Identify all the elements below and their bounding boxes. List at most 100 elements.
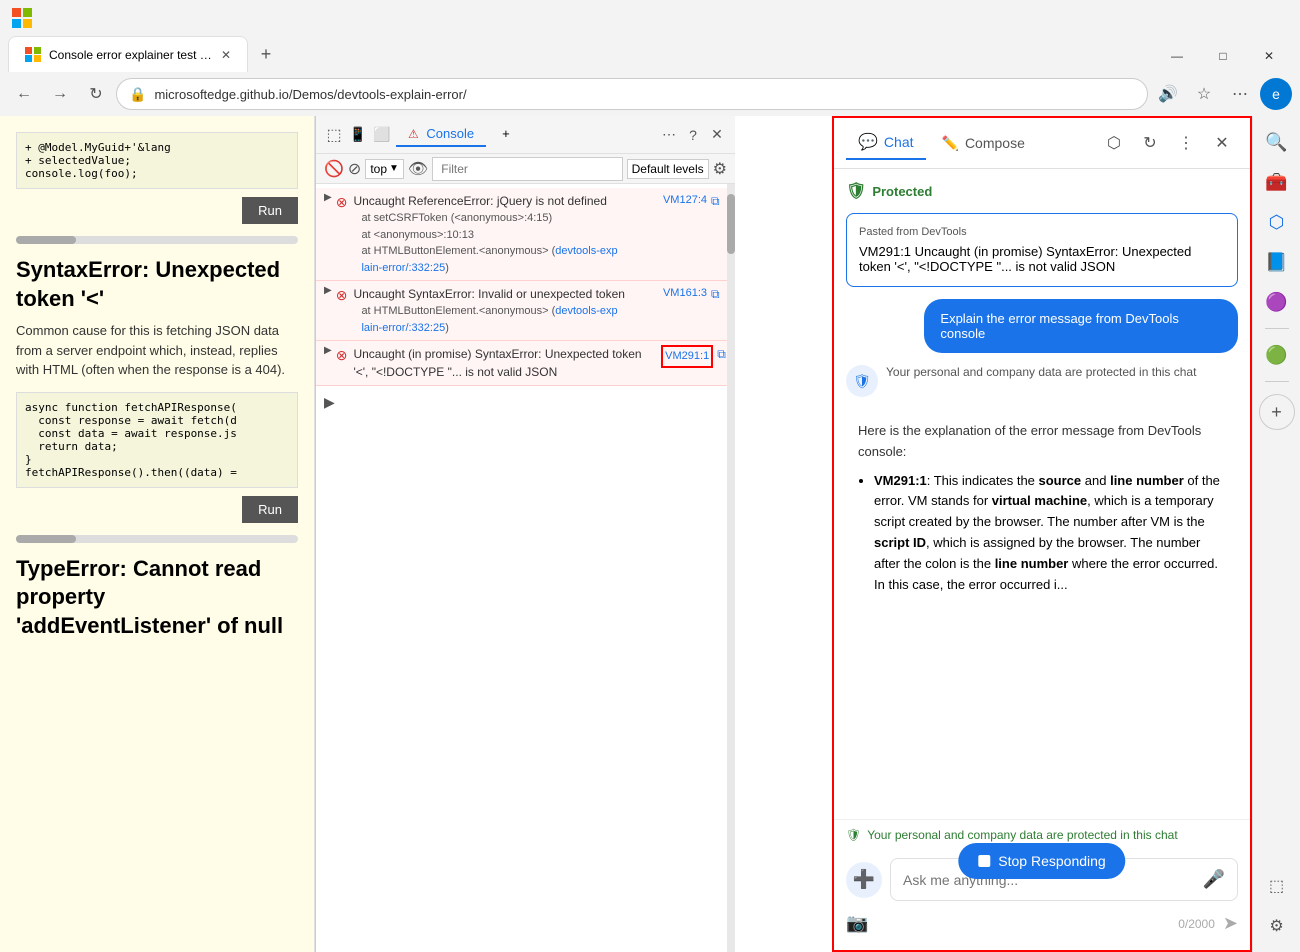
send-icon[interactable]: ➤ [1223, 913, 1238, 934]
devtools-block-icon[interactable]: ⊘ [348, 159, 361, 179]
chat-header-icons: ⬡ ↻ ⋮ ✕ [1098, 127, 1238, 159]
devtools-split-icon[interactable]: ⬜ [372, 125, 392, 145]
ai-avatar-icon: 🛡 [853, 373, 871, 390]
error-title-2: TypeError: Cannot read property 'addEven… [16, 555, 298, 641]
devtools-device-icon[interactable]: 📱 [348, 125, 368, 145]
devtools-settings-icon[interactable]: ⚙ [713, 159, 727, 179]
more-icon[interactable]: ⋯ [1224, 78, 1256, 110]
address-bar[interactable]: 🔒 microsoftedge.github.io/Demos/devtools… [116, 78, 1148, 110]
refresh-chat-icon[interactable]: ↻ [1134, 127, 1166, 159]
devtools-content: ▶ ⊗ Uncaught ReferenceError: jQuery is n… [316, 184, 735, 952]
expand-icon-3[interactable]: ▶ [324, 345, 332, 356]
forward-button[interactable]: → [44, 78, 76, 110]
h-scrollbar-2[interactable] [16, 535, 298, 543]
devtools-eye-icon[interactable]: 👁 [408, 159, 428, 179]
close-button[interactable]: ✕ [1246, 40, 1292, 72]
sidebar-spotify-icon[interactable]: 🟢 [1259, 337, 1295, 373]
error-desc-1: Common cause for this is fetching JSON d… [16, 321, 298, 380]
close-chat-icon[interactable]: ✕ [1206, 127, 1238, 159]
title-bar [0, 0, 1300, 36]
pasted-label: Pasted from DevTools [859, 226, 1225, 238]
sidebar-copilot-icon[interactable]: ⬡ [1259, 204, 1295, 240]
vm-link-1[interactable]: VM127:4 [663, 192, 707, 209]
run-button-1[interactable]: Run [242, 197, 298, 224]
expand-more[interactable]: ▶ [316, 386, 735, 419]
error-msg-3: Uncaught (in promise) SyntaxError: Unexp… [353, 345, 727, 381]
lock-icon: 🔒 [129, 86, 146, 103]
pasted-message: Pasted from DevTools VM291:1 Uncaught (i… [846, 213, 1238, 287]
devtools-help-icon[interactable]: ? [683, 125, 703, 145]
vm-link-2[interactable]: VM161:3 [663, 285, 707, 302]
filter-input[interactable] [432, 157, 622, 181]
top-selector-arrow: ▼ [389, 163, 399, 174]
level-select[interactable]: Default levels [627, 159, 709, 179]
error-link-2[interactable]: devtools-explain-error/:332:25 [361, 305, 617, 334]
favorites-icon[interactable]: ☆ [1188, 78, 1220, 110]
copy-icon-1[interactable]: ⧉ [711, 192, 727, 208]
camera-icon[interactable]: 📷 [846, 913, 868, 934]
tab-close-icon[interactable]: ✕ [221, 48, 231, 62]
devtools-clear-icon[interactable]: 🚫 [324, 159, 344, 179]
ai-response-content: Your personal and company data are prote… [886, 365, 1238, 379]
address-bar-icons: 🔊 ☆ ⋯ e [1152, 78, 1292, 110]
top-selector[interactable]: top ▼ [365, 159, 404, 179]
devtools-toolbar: ⬚ 📱 ⬜ ⚠ Console + ⋯ ? ✕ [316, 116, 735, 154]
error-icon-2: ⊗ [336, 287, 348, 304]
error-link-1[interactable]: devtools-explain-error/:332:25 [361, 245, 617, 274]
maximize-button[interactable]: □ [1200, 40, 1246, 72]
user-message: Explain the error message from DevTools … [924, 299, 1238, 353]
copy-icon-2[interactable]: ⧉ [711, 285, 727, 301]
sidebar-settings-icon[interactable]: ⚙ [1259, 908, 1295, 944]
sidebar-add-button[interactable]: + [1259, 394, 1295, 430]
code-text-2: async function fetchAPIResponse( const r… [25, 401, 289, 479]
open-window-icon[interactable]: ⬡ [1098, 127, 1130, 159]
h-scrollbar-1[interactable] [16, 236, 298, 244]
sidebar-tools-icon[interactable]: 🧰 [1259, 164, 1295, 200]
run-button-2[interactable]: Run [242, 496, 298, 523]
ms-logo [12, 8, 32, 28]
ai-response-row: 🛡 Your personal and company data are pro… [846, 365, 1238, 397]
chat-content: 🛡 Protected Pasted from DevTools VM291:1… [834, 169, 1250, 819]
sidebar-purple-icon[interactable]: 🟣 [1259, 284, 1295, 320]
devtools-inspect-icon[interactable]: ⬚ [324, 125, 344, 145]
sidebar-split-icon[interactable]: ⬚ [1259, 868, 1295, 904]
devtools-scrollbar-thumb[interactable] [727, 194, 735, 254]
refresh-button[interactable]: ↻ [80, 78, 112, 110]
expand-icon-1[interactable]: ▶ [324, 192, 332, 203]
devtools-scrollbar-track[interactable] [727, 184, 735, 952]
more-chat-icon[interactable]: ⋮ [1170, 127, 1202, 159]
sidebar-outlook-icon[interactable]: 📘 [1259, 244, 1295, 280]
vm-link-3[interactable]: VM291:1 [661, 345, 713, 368]
error-title-1: SyntaxError: Unexpected token '<' [16, 256, 298, 313]
compose-icon: ✏️ [942, 135, 959, 152]
user-message-row: Explain the error message from DevTools … [846, 299, 1238, 353]
read-aloud-icon[interactable]: 🔊 [1152, 78, 1184, 110]
devtools-tab-add[interactable]: + [490, 122, 522, 147]
browser-tab[interactable]: Console error explainer test page ✕ [8, 36, 248, 72]
code-text-1: + @Model.MyGuid+'&lang + selectedValue; … [25, 141, 289, 180]
webpage-area: + @Model.MyGuid+'&lang + selectedValue; … [0, 116, 832, 952]
chat-panel: 💬 Chat ✏️ Compose ⬡ ↻ ⋮ ✕ 🛡 [832, 116, 1252, 952]
pasted-content: VM291:1 Uncaught (in promise) SyntaxErro… [859, 244, 1225, 274]
mic-icon[interactable]: 🎤 [1203, 869, 1225, 890]
compose-tab[interactable]: ✏️ Compose [930, 129, 1037, 158]
stop-square-icon [978, 855, 990, 867]
chat-tab[interactable]: 💬 Chat [846, 126, 926, 160]
copy-icon-3[interactable]: ⧉ [717, 345, 727, 361]
tab-favicon [25, 47, 41, 63]
devtools-more-icon[interactable]: ⋯ [659, 125, 679, 145]
edge-icon[interactable]: e [1260, 78, 1292, 110]
new-tab-button[interactable]: + [248, 36, 284, 72]
stop-responding-button[interactable]: Stop Responding [958, 843, 1125, 879]
sidebar-search-icon[interactable]: 🔍 [1259, 124, 1295, 160]
add-context-button[interactable]: ➕ [846, 862, 882, 898]
devtools-tab-console[interactable]: ⚠ Console [396, 122, 486, 147]
devtools-close-icon[interactable]: ✕ [707, 125, 727, 145]
ai-avatar: 🛡 [846, 365, 878, 397]
back-button[interactable]: ← [8, 78, 40, 110]
console-error-3: ▶ ⊗ Uncaught (in promise) SyntaxError: U… [316, 341, 735, 386]
ai-response: Here is the explanation of the error mes… [846, 409, 1238, 613]
error-msg-1: Uncaught ReferenceError: jQuery is not d… [353, 192, 727, 276]
minimize-button[interactable]: — [1154, 40, 1200, 72]
expand-icon-2[interactable]: ▶ [324, 285, 332, 296]
